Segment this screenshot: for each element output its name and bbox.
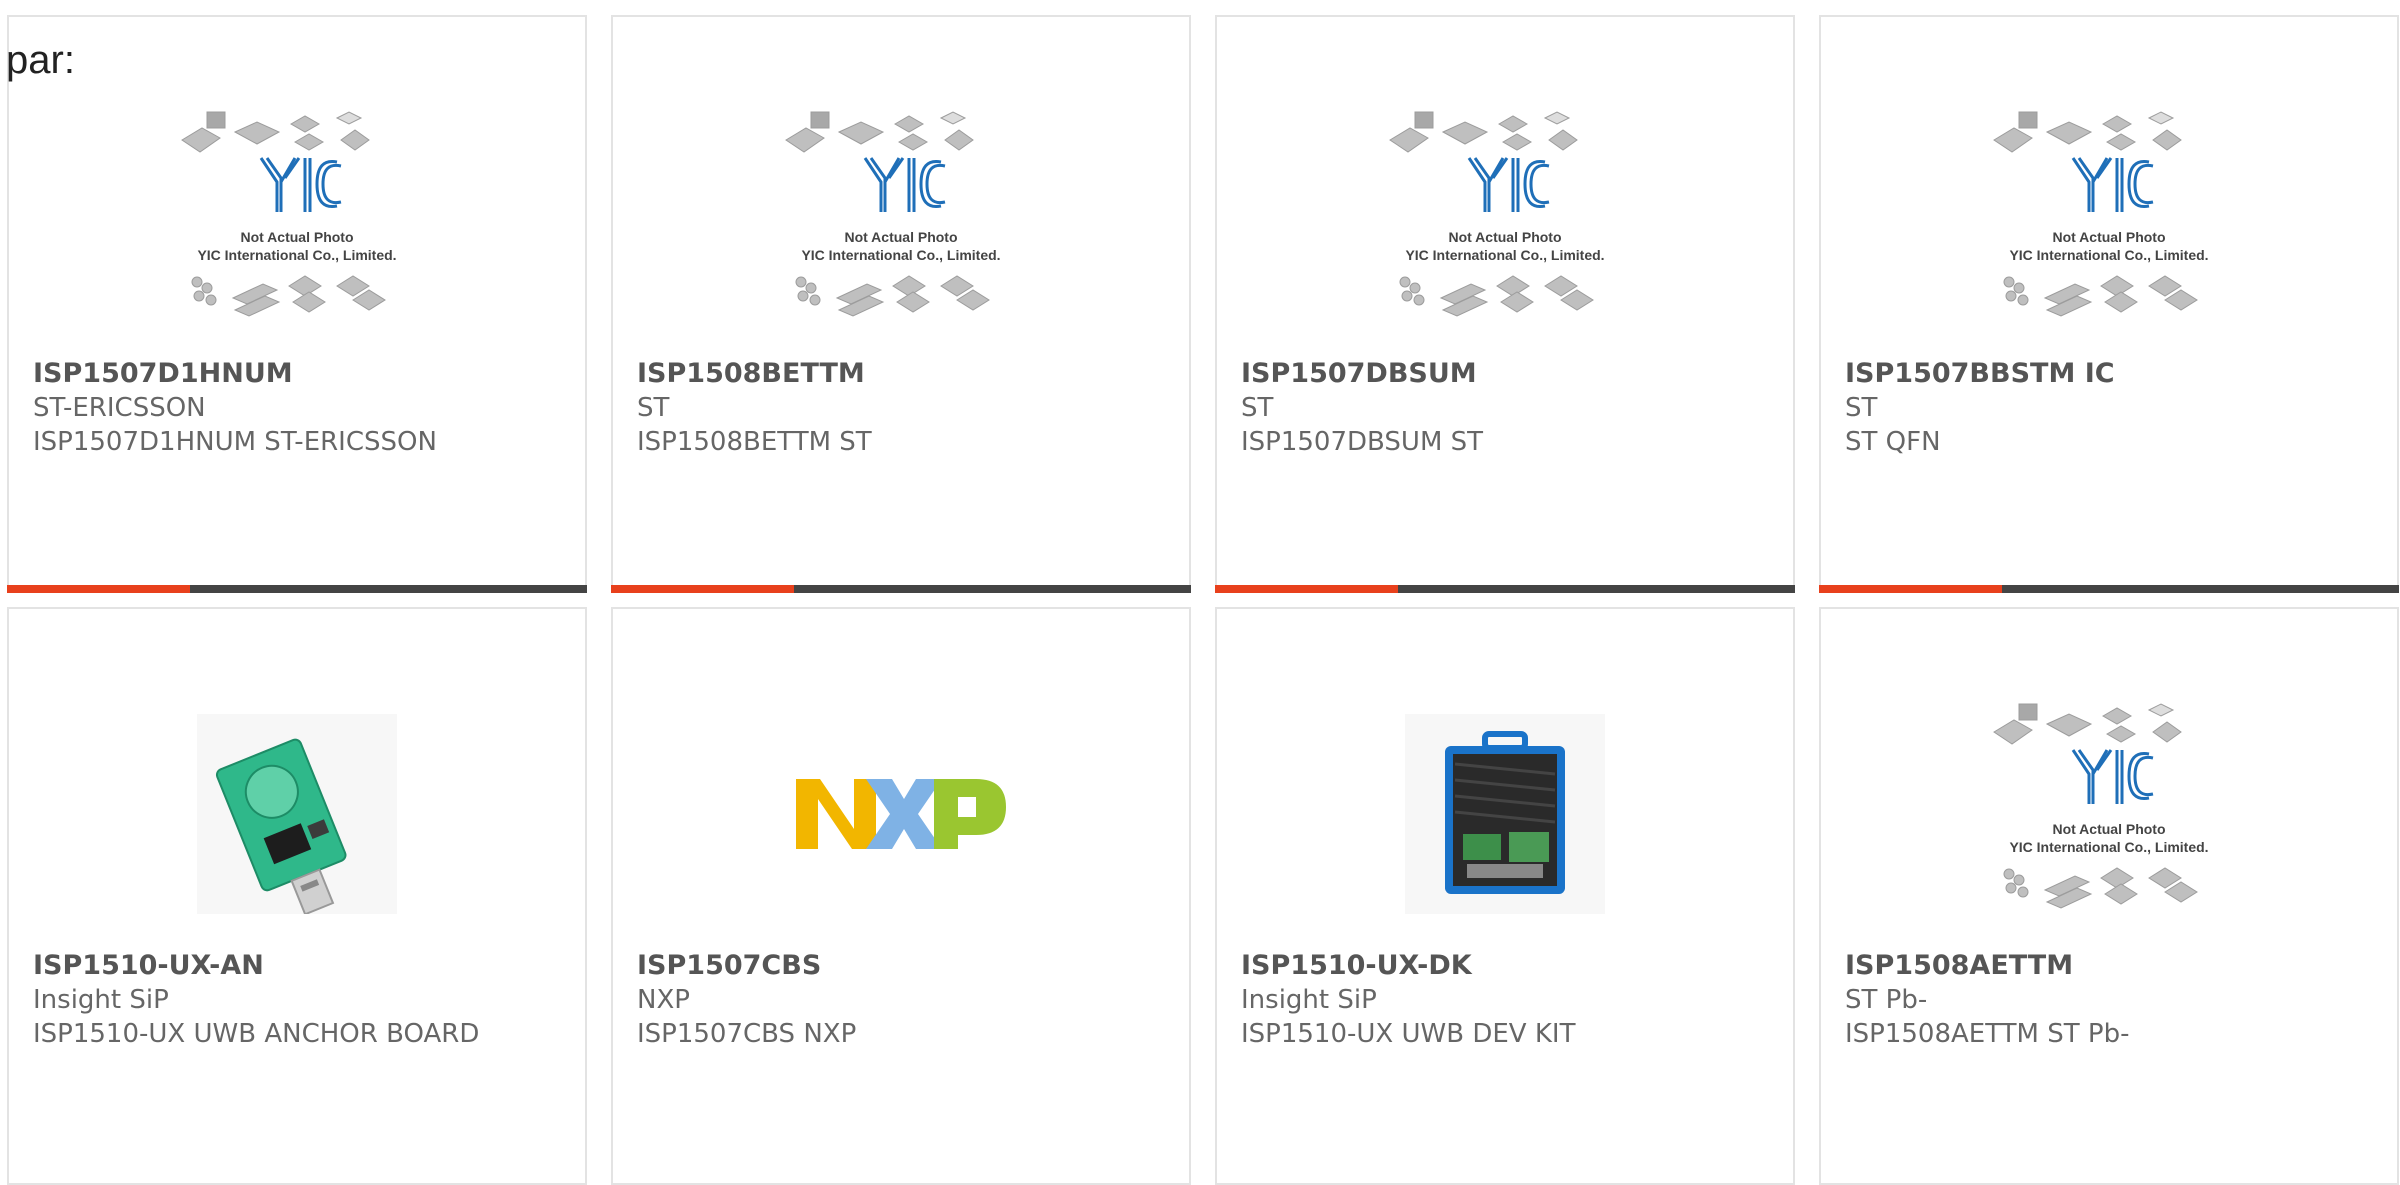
manufacturer: Insight SiP bbox=[1241, 985, 1377, 1015]
manufacturer: NXP bbox=[637, 985, 690, 1015]
manufacturer: ST bbox=[1241, 393, 1274, 423]
part-number[interactable]: ISP1507CBS bbox=[637, 950, 821, 981]
product-card[interactable]: ISP1510-UX-AN Insight SiP ISP1510-UX UWB… bbox=[7, 607, 587, 1185]
yic-placeholder-image: Not Actual Photo YIC International Co., … bbox=[785, 111, 1001, 317]
description: ISP1508BETTM ST bbox=[637, 427, 872, 457]
nxp-logo-image bbox=[796, 779, 1006, 849]
manufacturer: Insight SiP bbox=[33, 985, 169, 1015]
accent-segment bbox=[7, 585, 190, 593]
product-image[interactable]: Not Actual Photo YIC International Co., … bbox=[9, 87, 585, 357]
accent-segment bbox=[1215, 585, 1398, 593]
placeholder-line1: Not Actual Photo bbox=[1448, 229, 1561, 245]
product-image[interactable]: Not Actual Photo YIC International Co., … bbox=[1821, 679, 2397, 949]
manufacturer: ST bbox=[637, 393, 670, 423]
part-number[interactable]: ISP1510-UX-AN bbox=[33, 950, 264, 981]
yic-placeholder-image: Not Actual Photo YIC International Co., … bbox=[1993, 703, 2209, 909]
product-image[interactable]: Not Actual Photo YIC International Co., … bbox=[1821, 87, 2397, 357]
description: ISP1510-UX UWB ANCHOR BOARD bbox=[33, 1019, 480, 1049]
product-card[interactable]: Not Actual Photo YIC International Co., … bbox=[7, 15, 587, 593]
usb-board-image bbox=[197, 714, 397, 914]
card-accent-bar bbox=[1215, 585, 1795, 593]
manufacturer: ST-ERICSSON bbox=[33, 393, 206, 423]
description: ISP1510-UX UWB DEV KIT bbox=[1241, 1019, 1576, 1049]
placeholder-line1: Not Actual Photo bbox=[2052, 821, 2165, 837]
part-number[interactable]: ISP1507BBSTM IC bbox=[1845, 358, 2115, 389]
yic-placeholder-image: Not Actual Photo YIC International Co., … bbox=[1389, 111, 1605, 317]
accent-segment bbox=[1819, 585, 2002, 593]
placeholder-line2: YIC International Co., Limited. bbox=[801, 247, 1000, 263]
dev-kit-case-image bbox=[1405, 714, 1605, 914]
product-card[interactable]: ISP1507CBS NXP ISP1507CBS NXP bbox=[611, 607, 1191, 1185]
product-card[interactable]: Not Actual Photo YIC International Co., … bbox=[1215, 15, 1795, 593]
description: ISP1508AETTM ST Pb- bbox=[1845, 1019, 2130, 1049]
part-number[interactable]: ISP1508BETTM bbox=[637, 358, 865, 389]
product-image[interactable]: Not Actual Photo YIC International Co., … bbox=[613, 87, 1189, 357]
product-image[interactable] bbox=[613, 679, 1189, 949]
placeholder-line1: Not Actual Photo bbox=[2052, 229, 2165, 245]
card-accent-bar bbox=[7, 585, 587, 593]
product-card[interactable]: Not Actual Photo YIC International Co., … bbox=[1819, 607, 2399, 1185]
card-accent-bar bbox=[611, 585, 1191, 593]
placeholder-line1: Not Actual Photo bbox=[240, 229, 353, 245]
product-image[interactable]: Not Actual Photo YIC International Co., … bbox=[1217, 87, 1793, 357]
description: ISP1507CBS NXP bbox=[637, 1019, 857, 1049]
manufacturer: ST Pb- bbox=[1845, 985, 1928, 1015]
placeholder-line2: YIC International Co., Limited. bbox=[197, 247, 396, 263]
placeholder-line2: YIC International Co., Limited. bbox=[2009, 247, 2208, 263]
yic-placeholder-image: Not Actual Photo YIC International Co., … bbox=[181, 111, 397, 317]
page-heading: par: bbox=[6, 38, 75, 82]
description: ST QFN bbox=[1845, 427, 1941, 457]
placeholder-line2: YIC International Co., Limited. bbox=[1405, 247, 1604, 263]
product-card[interactable]: ISP1510-UX-DK Insight SiP ISP1510-UX UWB… bbox=[1215, 607, 1795, 1185]
product-card[interactable]: Not Actual Photo YIC International Co., … bbox=[611, 15, 1191, 593]
product-image[interactable] bbox=[9, 679, 585, 949]
description: ISP1507D1HNUM ST-ERICSSON bbox=[33, 427, 437, 457]
product-grid: Not Actual Photo YIC International Co., … bbox=[7, 15, 2399, 1185]
accent-segment bbox=[611, 585, 794, 593]
placeholder-line2: YIC International Co., Limited. bbox=[2009, 839, 2208, 855]
product-image[interactable] bbox=[1217, 679, 1793, 949]
part-number[interactable]: ISP1507D1HNUM bbox=[33, 358, 293, 389]
yic-placeholder-image: Not Actual Photo YIC International Co., … bbox=[1993, 111, 2209, 317]
placeholder-line1: Not Actual Photo bbox=[844, 229, 957, 245]
card-accent-bar bbox=[1819, 585, 2399, 593]
description: ISP1507DBSUM ST bbox=[1241, 427, 1484, 457]
manufacturer: ST bbox=[1845, 393, 1878, 423]
part-number[interactable]: ISP1507DBSUM bbox=[1241, 358, 1477, 389]
part-number[interactable]: ISP1510-UX-DK bbox=[1241, 950, 1472, 981]
part-number[interactable]: ISP1508AETTM bbox=[1845, 950, 2073, 981]
product-card[interactable]: Not Actual Photo YIC International Co., … bbox=[1819, 15, 2399, 593]
